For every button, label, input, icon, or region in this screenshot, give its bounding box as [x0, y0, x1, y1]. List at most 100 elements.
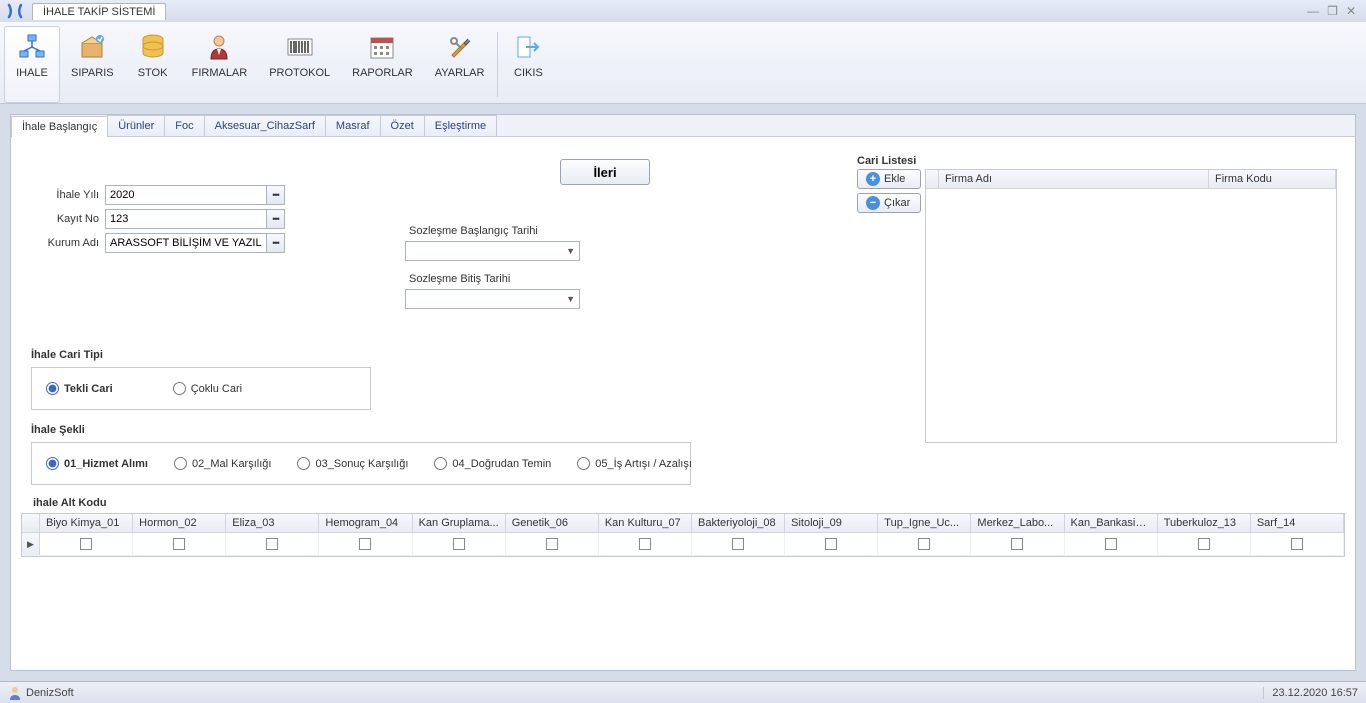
tab-ihale-baslangic[interactable]: İhale Başlangıç [11, 116, 108, 137]
ribbon-ihale[interactable]: IHALE [4, 26, 60, 103]
status-user: DenizSoft [26, 687, 74, 699]
ribbon-firmalar[interactable]: FIRMALAR [181, 26, 259, 103]
ekle-label: Ekle [884, 173, 905, 185]
radio-dogrudan-temin-label: 04_Doğrudan Temin [452, 458, 551, 470]
col-biyokimya[interactable]: Biyo Kimya_01 [40, 514, 133, 532]
tab-ozet[interactable]: Özet [380, 115, 425, 136]
ekle-button[interactable]: + Ekle [857, 169, 921, 189]
close-button[interactable]: ✕ [1346, 4, 1356, 18]
checkbox-genetik[interactable] [546, 538, 558, 550]
alt-kod-grid[interactable]: Biyo Kimya_01 Hormon_02 Eliza_03 Hemogra… [21, 513, 1345, 557]
ileri-button[interactable]: İleri [560, 159, 650, 185]
database-icon [137, 31, 169, 63]
maximize-button[interactable]: ❐ [1327, 4, 1338, 18]
radio-sonuc-karsiligi[interactable] [297, 457, 310, 470]
ribbon-raporlar[interactable]: RAPORLAR [341, 26, 424, 103]
person-icon [203, 31, 235, 63]
alt-kod-row[interactable]: ▶ [22, 533, 1344, 556]
ribbon-ayarlar[interactable]: AYARLAR [424, 26, 496, 103]
radio-coklu-cari-label: Çoklu Cari [191, 383, 242, 395]
window-tab[interactable]: İHALE TAKİP SİSTEMİ [32, 3, 166, 20]
col-kan-kulturu[interactable]: Kan Kulturu_07 [599, 514, 692, 532]
sozlesme-bitis-label: Sozleşme Bitiş Tarihi [409, 273, 805, 285]
checkbox-tup-igne[interactable] [918, 538, 930, 550]
kayit-no-label: Kayıt No [25, 213, 105, 225]
radio-coklu-cari[interactable] [173, 382, 186, 395]
col-bakteriyoloji[interactable]: Bakteriyoloji_08 [692, 514, 785, 532]
user-icon [8, 686, 22, 700]
ribbon-protokol[interactable]: PROTOKOL [258, 26, 341, 103]
tab-foc[interactable]: Foc [164, 115, 204, 136]
kurum-adi-input[interactable] [106, 234, 266, 252]
col-sarf[interactable]: Sarf_14 [1251, 514, 1344, 532]
ihale-yili-input[interactable] [106, 186, 266, 204]
col-tup-igne[interactable]: Tup_Igne_Uc... [878, 514, 971, 532]
kayit-no-lookup[interactable]: ••• [266, 210, 284, 228]
radio-is-artisi-label: 05_İş Artışı / Azalışı [595, 458, 692, 470]
cikar-button[interactable]: −Çıkar [857, 193, 921, 213]
cari-grid[interactable]: Firma Adı Firma Kodu [925, 169, 1337, 443]
col-hormon[interactable]: Hormon_02 [133, 514, 226, 532]
ribbon-siparis-label: SIPARIS [71, 67, 114, 79]
checkbox-hemogram[interactable] [359, 538, 371, 550]
col-hemogram[interactable]: Hemogram_04 [319, 514, 412, 532]
tab-masraf[interactable]: Masraf [325, 115, 381, 136]
col-kan-gruplama[interactable]: Kan Gruplama... [413, 514, 506, 532]
radio-is-artisi[interactable] [577, 457, 590, 470]
col-tuberkuloz[interactable]: Tuberkuloz_13 [1158, 514, 1251, 532]
ihale-yili-lookup[interactable]: ••• [266, 186, 284, 204]
radio-dogrudan-temin[interactable] [434, 457, 447, 470]
sozlesme-baslangic-select[interactable]: ▼ [405, 241, 580, 261]
ribbon-stok-label: STOK [138, 67, 168, 79]
ribbon-stok[interactable]: STOK [125, 26, 181, 103]
cikar-label: Çıkar [884, 197, 910, 209]
radio-hizmet-alimi[interactable] [46, 457, 59, 470]
chevron-down-icon: ▼ [566, 294, 575, 304]
radio-tekli-cari[interactable] [46, 382, 59, 395]
hierarchy-icon [16, 31, 48, 63]
sozlesme-bitis-select[interactable]: ▼ [405, 289, 580, 309]
checkbox-bakteriyoloji[interactable] [732, 538, 744, 550]
alt-kod-title: ihale Alt Kodu [33, 497, 1345, 509]
title-bar: İHALE TAKİP SİSTEMİ — ❐ ✕ [0, 0, 1366, 22]
radio-hizmet-alimi-label: 01_Hizmet Alımı [64, 458, 148, 470]
tab-eslestirme[interactable]: Eşleştirme [424, 115, 497, 136]
col-firma-adi[interactable]: Firma Adı [939, 170, 1209, 188]
exit-icon [512, 31, 544, 63]
radio-mal-karsiligi[interactable] [174, 457, 187, 470]
checkbox-kan-gruplama[interactable] [453, 538, 465, 550]
checkbox-eliza[interactable] [266, 538, 278, 550]
plus-icon: + [866, 172, 880, 186]
col-kan-bankasi[interactable]: Kan_Bankasi_12 [1065, 514, 1158, 532]
checkbox-biyokimya[interactable] [80, 538, 92, 550]
checkbox-sarf[interactable] [1291, 538, 1303, 550]
checkbox-sitoloji[interactable] [825, 538, 837, 550]
col-genetik[interactable]: Genetik_06 [506, 514, 599, 532]
ribbon-cikis[interactable]: CIKIS [500, 26, 556, 103]
checkbox-tuberkuloz[interactable] [1198, 538, 1210, 550]
app-icon [4, 2, 26, 20]
checkbox-merkez-labo[interactable] [1011, 538, 1023, 550]
kayit-no-input[interactable] [106, 210, 266, 228]
col-merkez-labo[interactable]: Merkez_Labo... [971, 514, 1064, 532]
ribbon-siparis[interactable]: SIPARIS [60, 26, 125, 103]
kurum-adi-label: Kurum Adı [25, 237, 105, 249]
calendar-icon [366, 31, 398, 63]
kurum-adi-lookup[interactable]: ••• [266, 234, 284, 252]
col-firma-kodu[interactable]: Firma Kodu [1209, 170, 1336, 188]
col-sitoloji[interactable]: Sitoloji_09 [785, 514, 878, 532]
checkbox-kan-kulturu[interactable] [639, 538, 651, 550]
tab-aksesuar[interactable]: Aksesuar_CihazSarf [204, 115, 326, 136]
col-eliza[interactable]: Eliza_03 [226, 514, 319, 532]
status-bar: DenizSoft 23.12.2020 16:57 [0, 681, 1366, 703]
checkbox-hormon[interactable] [173, 538, 185, 550]
box-icon [76, 31, 108, 63]
ribbon-ayarlar-label: AYARLAR [435, 67, 485, 79]
ribbon-raporlar-label: RAPORLAR [352, 67, 413, 79]
tools-icon [444, 31, 476, 63]
radio-mal-karsiligi-label: 02_Mal Karşılığı [192, 458, 271, 470]
minimize-button[interactable]: — [1307, 4, 1319, 18]
tab-urunler[interactable]: Ürünler [107, 115, 165, 136]
checkbox-kan-bankasi[interactable] [1105, 538, 1117, 550]
minus-icon: − [866, 196, 880, 210]
